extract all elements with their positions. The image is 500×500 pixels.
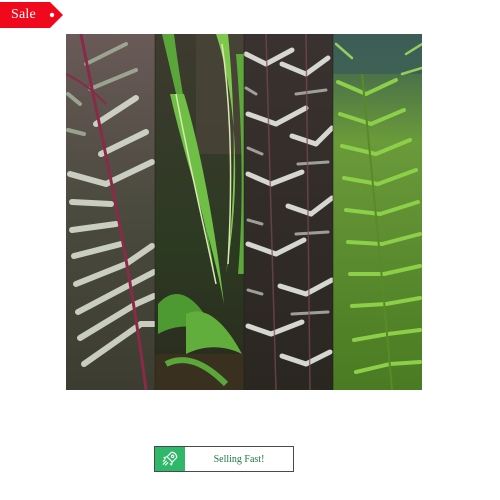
- harts-tongue-fern: [155, 34, 244, 390]
- sale-tag: Sale: [0, 2, 64, 28]
- fern-collection-photo: [66, 34, 422, 390]
- sale-label: Sale: [11, 7, 36, 22]
- red-veined-fern: [66, 34, 157, 390]
- japanese-painted-fern: [243, 34, 335, 390]
- selling-fast-badge: Selling Fast!: [154, 446, 294, 472]
- selling-fast-label: Selling Fast!: [213, 453, 265, 465]
- lady-fern: [333, 34, 422, 390]
- product-card: Sale Selling Fast!: [0, 0, 500, 500]
- badge-icon-box: [155, 447, 185, 471]
- product-image[interactable]: [66, 34, 422, 390]
- rocket-icon: [162, 451, 178, 466]
